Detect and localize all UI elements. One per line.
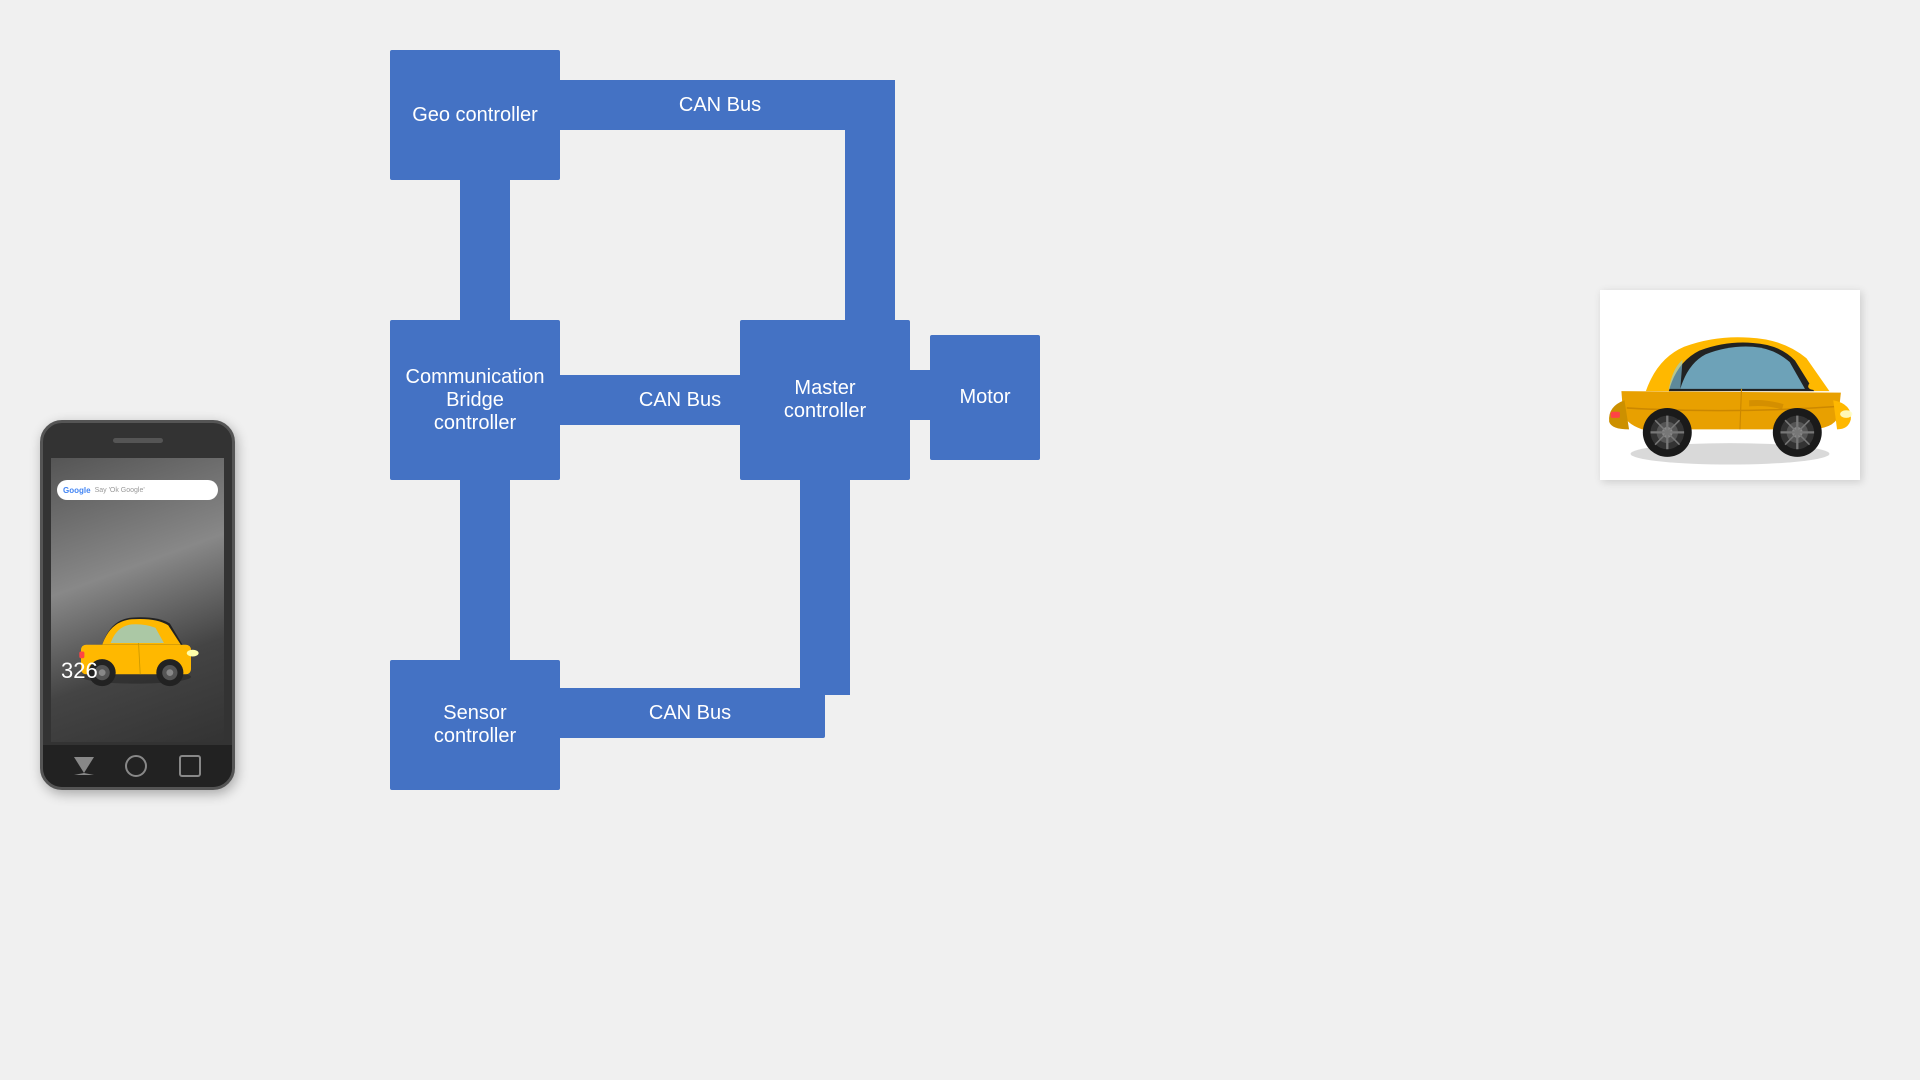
car-image-container bbox=[1600, 290, 1860, 480]
can-bus-top-label: CAN Bus bbox=[679, 94, 761, 117]
can-bus-mid-label: CAN Bus bbox=[639, 389, 721, 412]
phone-screen: Google Say 'Ok Google' bbox=[51, 458, 224, 742]
phone-screen-content: Google Say 'Ok Google' bbox=[51, 458, 224, 742]
geo-controller-box: Geo controller bbox=[390, 50, 560, 180]
master-controller-box: Master controller bbox=[740, 320, 910, 480]
motor-label: Motor bbox=[959, 386, 1010, 409]
car-main-svg bbox=[1600, 290, 1860, 480]
phone-container: Google Say 'Ok Google' bbox=[40, 420, 235, 800]
phone-device: Google Say 'Ok Google' bbox=[40, 420, 235, 790]
phone-speaker bbox=[113, 438, 163, 443]
google-search-hint: Say 'Ok Google' bbox=[95, 487, 145, 494]
can-bus-bot-label: CAN Bus bbox=[649, 702, 731, 725]
master-controller-label: Master controller bbox=[784, 377, 866, 423]
car-svg-wrapper bbox=[1600, 290, 1860, 480]
vert-top-right-connector bbox=[845, 80, 895, 360]
geo-controller-label: Geo controller bbox=[412, 104, 538, 127]
phone-home-button[interactable] bbox=[125, 755, 147, 777]
sensor-controller-label: Sensor controller bbox=[434, 702, 516, 748]
can-bus-bot: CAN Bus bbox=[555, 688, 825, 738]
sensor-controller-box: Sensor controller bbox=[390, 660, 560, 790]
phone-back-button[interactable] bbox=[74, 757, 94, 775]
google-logo: Google bbox=[63, 486, 91, 495]
phone-bottom-bar bbox=[43, 745, 232, 787]
phone-recents-button[interactable] bbox=[179, 755, 201, 777]
can-bus-top: CAN Bus bbox=[555, 80, 885, 130]
phone-clock: 326 bbox=[61, 658, 98, 684]
communication-bridge-box: Communication Bridge controller bbox=[390, 320, 560, 480]
phone-google-bar: Google Say 'Ok Google' bbox=[57, 480, 218, 500]
motor-box: Motor bbox=[930, 335, 1040, 460]
vert-right-connector bbox=[800, 475, 850, 695]
diagram-container: Geo controller CAN Bus Communication Bri… bbox=[370, 20, 1070, 800]
communication-bridge-label: Communication Bridge controller bbox=[406, 366, 545, 435]
